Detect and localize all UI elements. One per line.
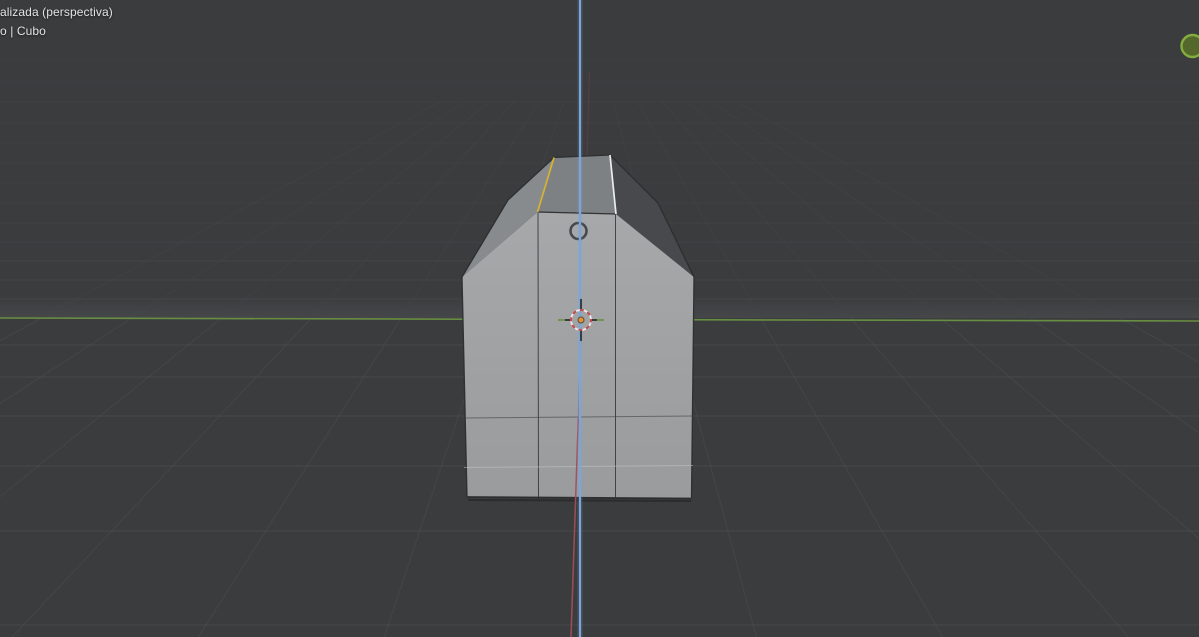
blender-3d-viewport[interactable]: alizada (perspectiva) o | Cubo bbox=[0, 0, 1199, 637]
active-object-label: o | Cubo bbox=[0, 24, 46, 38]
viewport-canvas[interactable] bbox=[0, 0, 1199, 637]
x-axis-line-far bbox=[586, 71, 591, 158]
nav-gizmo-axis-ball[interactable] bbox=[1180, 33, 1199, 59]
view-name-label: alizada (perspectiva) bbox=[0, 5, 113, 19]
object-origin-dot bbox=[577, 316, 585, 324]
